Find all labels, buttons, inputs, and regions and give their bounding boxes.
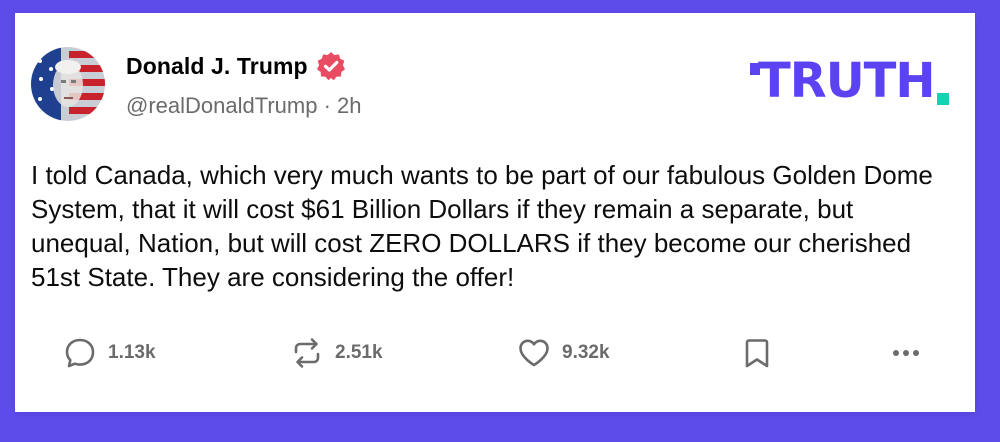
bookmark-icon [745, 339, 769, 368]
post-text: I told Canada, which very much wants to … [31, 160, 933, 292]
logo-dot [936, 93, 949, 105]
more-icon [893, 350, 919, 356]
logo-text: TRUTH [758, 53, 936, 109]
avatar[interactable] [31, 47, 105, 121]
avatar-image [31, 47, 105, 121]
bookmark-button[interactable] [739, 335, 775, 371]
reply-count: 1.13k [108, 342, 156, 363]
display-name[interactable]: Donald J. Trump [126, 53, 308, 80]
verified-badge-icon [316, 51, 346, 81]
author-meta: @realDonaldTrump · 2h [126, 93, 362, 119]
retruth-count: 2.51k [335, 342, 383, 363]
retruth-button[interactable]: 2.51k [289, 335, 383, 371]
reply-icon [65, 338, 95, 368]
handle[interactable]: @realDonaldTrump [126, 93, 317, 119]
like-button[interactable]: 9.32k [516, 335, 610, 371]
reply-button[interactable]: 1.13k [62, 335, 156, 371]
heart-icon [519, 339, 549, 367]
retruth-icon [294, 338, 320, 368]
like-count: 9.32k [562, 342, 610, 363]
meta-separator: · [317, 93, 338, 118]
timestamp[interactable]: 2h [337, 93, 361, 119]
truth-logo: TRUTH [750, 57, 949, 105]
post-card: Donald J. Trump @realDonaldTrump · 2h TR… [15, 13, 975, 412]
post-actions: 1.13k 2.51k 9.32k [62, 335, 942, 375]
author-name-row: Donald J. Trump [126, 51, 346, 81]
more-options-button[interactable] [888, 335, 924, 371]
